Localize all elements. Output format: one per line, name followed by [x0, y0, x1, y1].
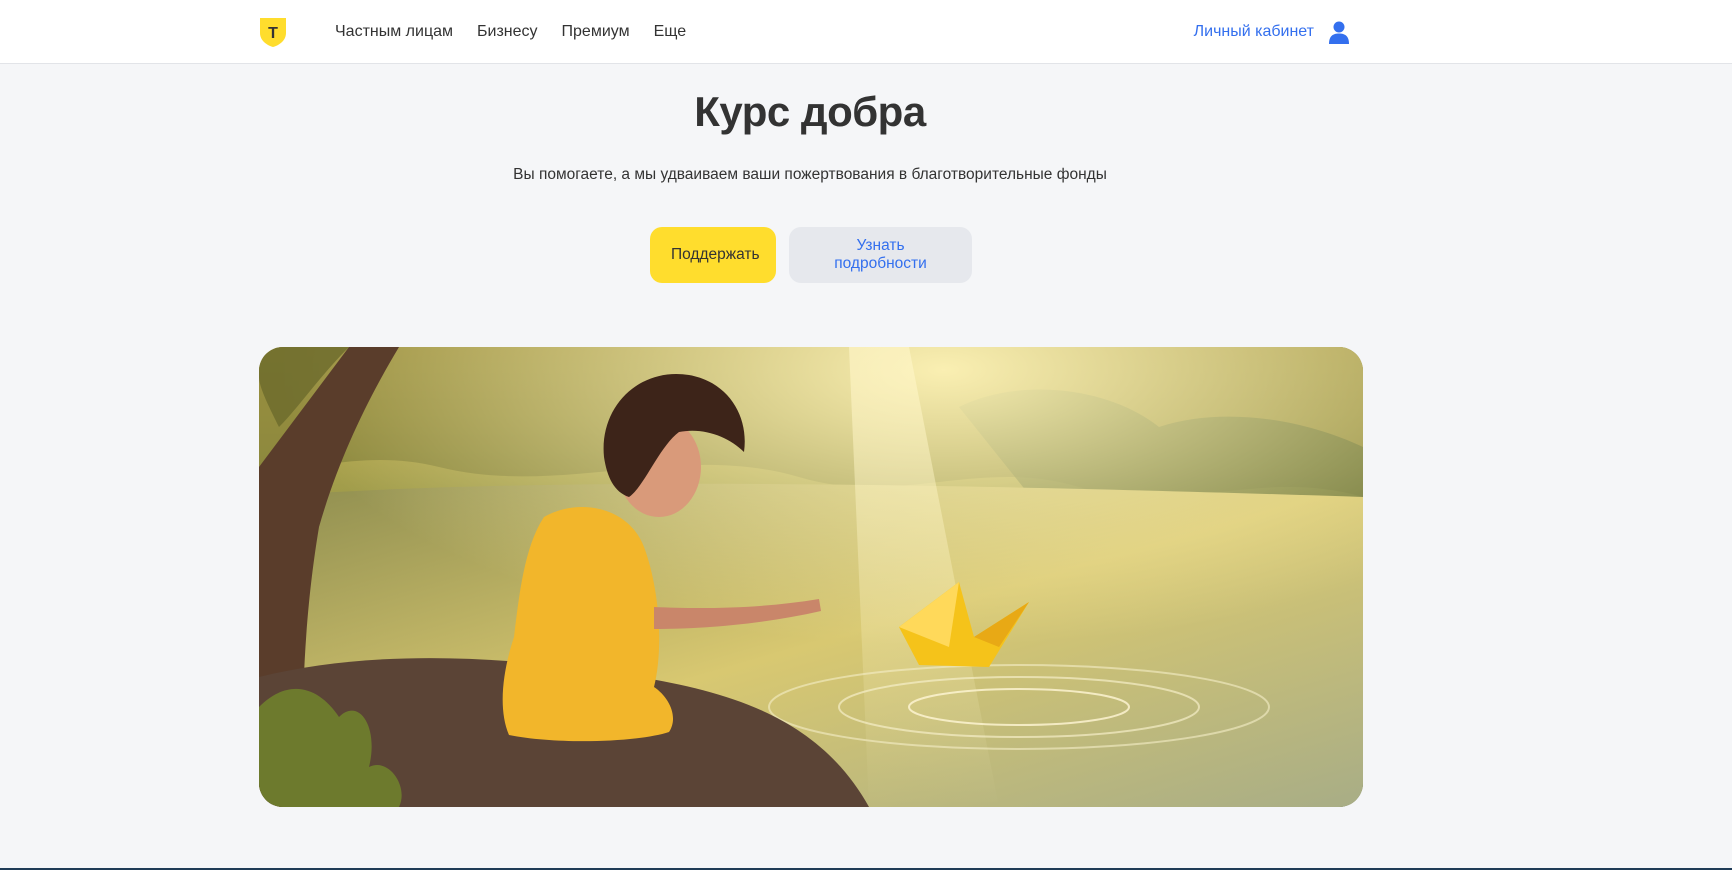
nav-item-more[interactable]: Еще — [654, 23, 687, 41]
main-nav: Частным лицам Бизнесу Премиум Еще — [335, 0, 710, 64]
learn-more-button[interactable]: Узнать подробности — [789, 227, 972, 283]
nav-item-business[interactable]: Бизнесу — [477, 23, 538, 41]
page-subtitle: Вы помогаете, а мы удваиваем ваши пожерт… — [513, 166, 1107, 183]
support-button[interactable]: Поддержать — [650, 227, 776, 283]
tbank-logo-icon[interactable]: Т — [258, 16, 288, 48]
user-icon — [1329, 21, 1349, 44]
hero-image — [259, 347, 1363, 807]
girl-with-origami-crane-illustration — [259, 347, 1363, 807]
page-title: Курс добра — [694, 88, 926, 135]
nav-item-premium[interactable]: Премиум — [562, 23, 630, 41]
cabinet-label: Личный кабинет — [1193, 23, 1314, 40]
hero-buttons: Поддержать Узнать подробности — [650, 227, 972, 283]
site-header: Т Частным лицам Бизнесу Премиум Еще Личн… — [0, 0, 1732, 64]
svg-text:Т: Т — [268, 25, 278, 42]
nav-item-private[interactable]: Частным лицам — [335, 23, 453, 41]
personal-cabinet-link[interactable]: Личный кабинет — [1194, 0, 1350, 64]
